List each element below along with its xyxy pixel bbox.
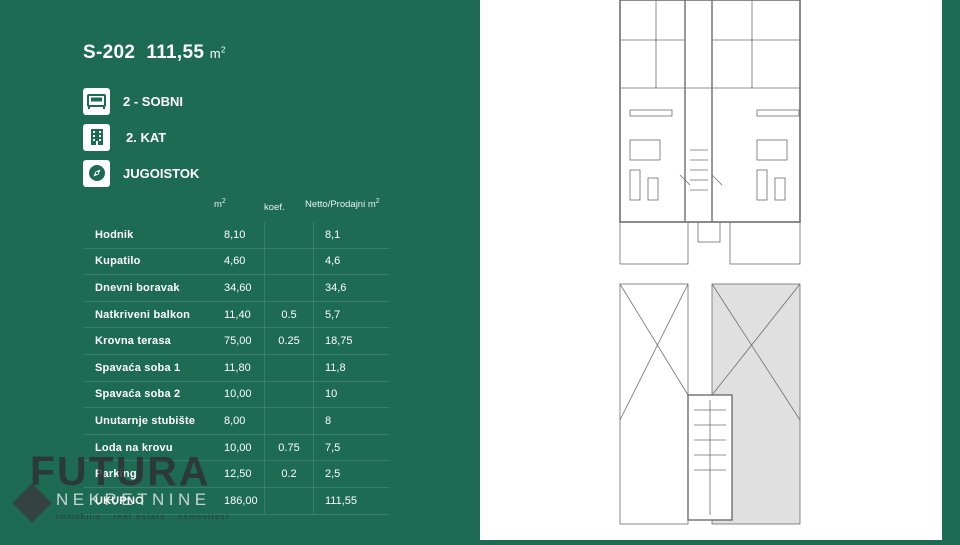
floor-plan-panel (480, 0, 942, 540)
room-coef: 0.2 (264, 460, 314, 488)
apartment-code: S-202 (83, 42, 136, 63)
room-coef: 0.25 (264, 327, 314, 355)
info-floor: 2. KAT (83, 123, 166, 151)
floor-plan-drawing (619, 0, 801, 525)
room-name: Natkriveni balkon (84, 301, 215, 329)
table-row: Dnevni boravak 34,60 34,6 (84, 274, 389, 302)
room-area: 4,60 (215, 248, 265, 276)
room-net: 34,6 (313, 274, 389, 302)
room-coef (264, 407, 314, 435)
table-row: Hodnik 8,10 8,1 (84, 222, 389, 249)
right-edge-strip (942, 0, 960, 540)
room-area: 11,80 (215, 354, 265, 382)
room-name: Spavaća soba 1 (84, 354, 215, 382)
rooms-label: 2 - SOBNI (123, 93, 183, 109)
apartment-title: S-202 111,55 m2 (83, 42, 226, 64)
room-coef: 0.5 (264, 301, 314, 329)
header-coef: koef. (264, 202, 285, 213)
room-area: 75,00 (215, 327, 265, 355)
compass-icon (83, 159, 110, 187)
room-coef (264, 274, 314, 302)
room-area: 8,00 (215, 407, 265, 435)
room-name: Kupatilo (84, 248, 215, 276)
room-net: 7,5 (313, 434, 389, 462)
table-row: Spavaća soba 2 10,00 10 (84, 381, 389, 409)
logo-brand: FUTURA (30, 448, 211, 494)
room-net: 18,75 (313, 327, 389, 355)
table-row: Kupatilo 4,60 4,6 (84, 248, 389, 276)
room-coef (264, 381, 314, 409)
room-name: Spavaća soba 2 (84, 381, 215, 409)
room-coef: 0.75 (264, 434, 314, 462)
room-coef (264, 248, 314, 276)
info-panel: S-202 111,55 m2 2 - SOBNI 2. KAT JUGOIST… (0, 0, 480, 540)
bed-icon (83, 87, 110, 115)
apartment-area: 111,55 (146, 42, 205, 63)
room-net: 2,5 (313, 460, 389, 488)
room-coef (264, 222, 314, 249)
total-net: 111,55 (313, 487, 389, 515)
table-row: Spavaća soba 1 11,80 11,8 (84, 354, 389, 382)
room-area: 8,10 (215, 222, 265, 249)
logo-tagline: immobilie - real estate - nemovitost (56, 512, 230, 521)
total-coef (264, 487, 314, 515)
header-net: Netto/Prodajni m2 (305, 198, 380, 211)
room-name: Unutarnje stubište (84, 407, 215, 435)
room-net: 8,1 (313, 222, 389, 249)
room-net: 10 (313, 381, 389, 409)
logo-subtitle: NEKRETNINE (56, 490, 211, 509)
room-coef (264, 354, 314, 382)
info-rooms: 2 - SOBNI (83, 87, 183, 115)
area-unit: m2 (209, 45, 226, 61)
room-net: 8 (313, 407, 389, 435)
room-name: Dnevni boravak (84, 274, 215, 302)
info-orientation: JUGOISTOK (83, 159, 199, 187)
table-row: Natkriveni balkon 11,40 0.5 5,7 (84, 301, 389, 329)
table-row: Unutarnje stubište 8,00 8 (84, 407, 389, 435)
watermark-logo: FUTURA NEKRETNINE immobilie - real estat… (12, 448, 253, 529)
header-area: m2 (214, 198, 226, 211)
orientation-label: JUGOISTOK (123, 165, 200, 181)
room-name: Krovna terasa (84, 327, 215, 355)
building-icon (83, 123, 110, 151)
room-area: 34,60 (215, 274, 265, 302)
room-area: 11,40 (215, 301, 265, 329)
floor-label: 2. KAT (126, 129, 167, 145)
room-area: 10,00 (215, 381, 265, 409)
room-net: 5,7 (313, 301, 389, 329)
room-net: 4,6 (313, 248, 389, 276)
room-name: Hodnik (84, 222, 215, 249)
room-net: 11,8 (313, 354, 389, 382)
table-row: Krovna terasa 75,00 0.25 18,75 (84, 327, 389, 355)
